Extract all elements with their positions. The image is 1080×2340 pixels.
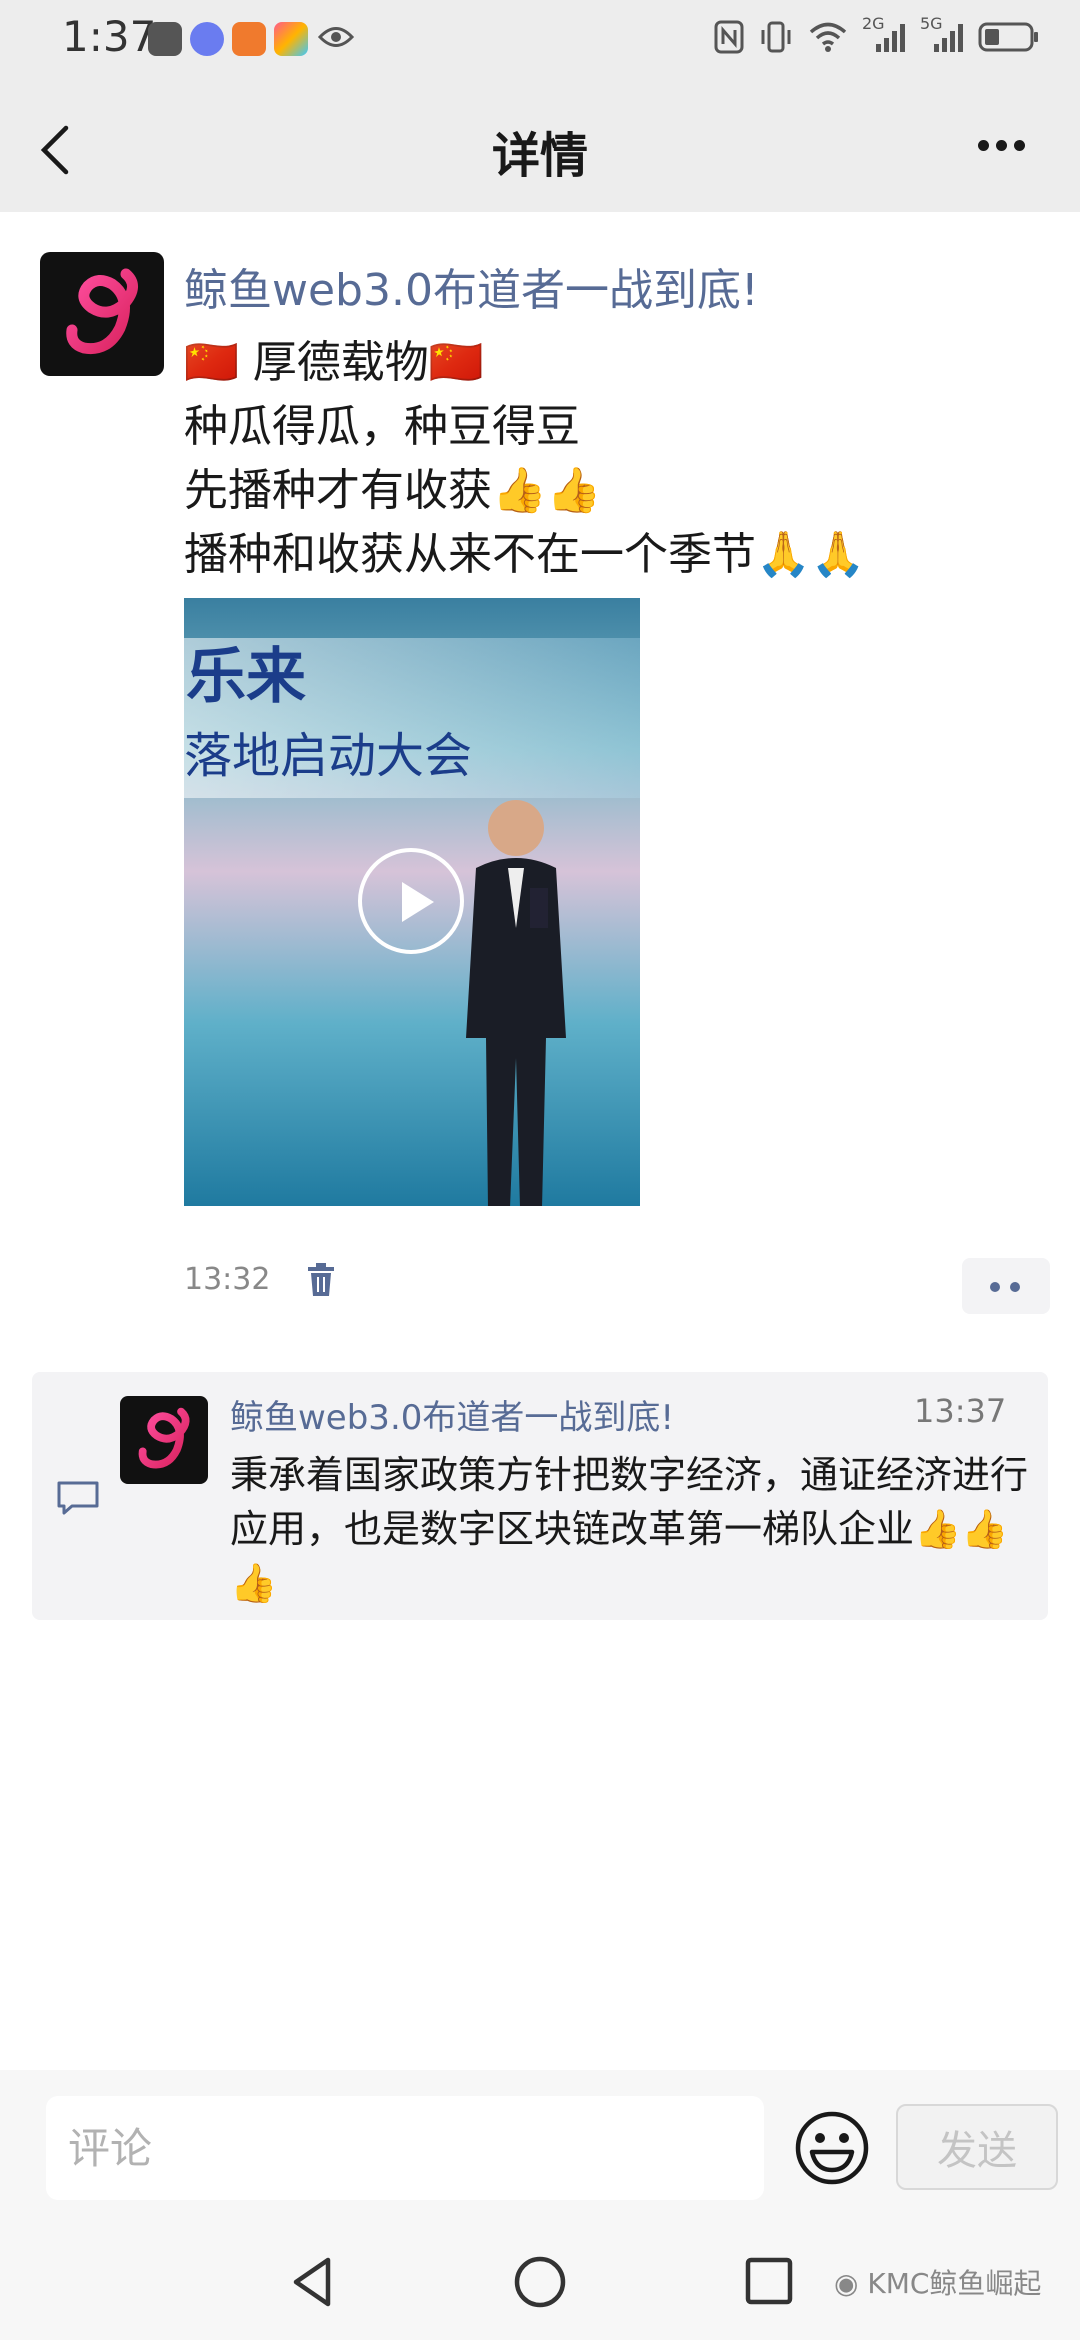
- post-line: 🇨🇳 厚德载物🇨🇳: [184, 337, 484, 388]
- status-time: 1:37: [62, 12, 157, 61]
- send-button[interactable]: 发送: [896, 2104, 1058, 2190]
- page-title: 详情: [491, 128, 588, 184]
- post-author[interactable]: 鲸鱼web3.0布道者一战到底!: [184, 254, 759, 318]
- play-button[interactable]: [358, 848, 464, 954]
- notification-icons: [148, 22, 308, 56]
- system-icons: 2G 5G: [714, 14, 1040, 54]
- huawei-app-icon: [148, 22, 182, 56]
- post-line: 先播种才有收获👍👍: [184, 465, 602, 516]
- post-time: 13:32: [184, 1262, 271, 1297]
- wifi-icon: [809, 22, 847, 52]
- post-line: 播种和收获从来不在一个季节🙏🙏: [184, 529, 866, 580]
- vibrate-icon: [761, 21, 791, 53]
- comment-icon: [57, 1481, 99, 1515]
- signal-2g-icon: 2G: [862, 14, 906, 54]
- comment-author[interactable]: 鲸鱼web3.0布道者一战到底!: [230, 1390, 674, 1439]
- brand-logo-icon: [66, 268, 138, 355]
- emoji-icon[interactable]: [794, 2110, 870, 2186]
- trash-icon[interactable]: [306, 1262, 336, 1298]
- nav-recents-icon[interactable]: [744, 2256, 794, 2306]
- comment-input[interactable]: [46, 2096, 764, 2200]
- battery-icon: [978, 22, 1038, 52]
- nav-back-icon[interactable]: [288, 2254, 336, 2310]
- colorful-app-icon: [274, 22, 308, 56]
- speaker-figure: [466, 800, 566, 1206]
- post-line: 种瓜得瓜，种豆得豆: [184, 401, 580, 452]
- video-caption: 乐来: [186, 642, 306, 712]
- wechat-icon: ◉: [834, 2267, 868, 2300]
- comment-text: 秉承着国家政策方针把数字经济，通证经济进行应用，也是数字区块链改革第一梯队企业👍…: [230, 1453, 1029, 1605]
- watermark-text: KMC鲸鱼崛起: [867, 2267, 1042, 2300]
- video-app-icon: [232, 22, 266, 56]
- more-options-icon[interactable]: [978, 140, 1032, 154]
- network-2g-label: 2G: [862, 14, 885, 33]
- signal-5g-icon: 5G: [920, 14, 964, 54]
- network-5g-label: 5G: [920, 14, 943, 33]
- comment-avatar[interactable]: [120, 1396, 208, 1484]
- video-caption: 落地启动大会: [184, 728, 473, 784]
- watermark: ◉ KMC鲸鱼崛起: [834, 2262, 1041, 2302]
- eye-icon: [318, 27, 354, 47]
- like-comment-button[interactable]: [962, 1258, 1050, 1314]
- nav-home-icon[interactable]: [512, 2254, 568, 2310]
- comment-time: 13:37: [914, 1392, 1007, 1430]
- music-app-icon: [190, 22, 224, 56]
- brand-logo-icon: [138, 1407, 190, 1469]
- author-avatar[interactable]: [40, 252, 164, 376]
- video-thumbnail[interactable]: 乐来 落地启动大会: [184, 598, 640, 1206]
- nfc-icon: [714, 20, 744, 54]
